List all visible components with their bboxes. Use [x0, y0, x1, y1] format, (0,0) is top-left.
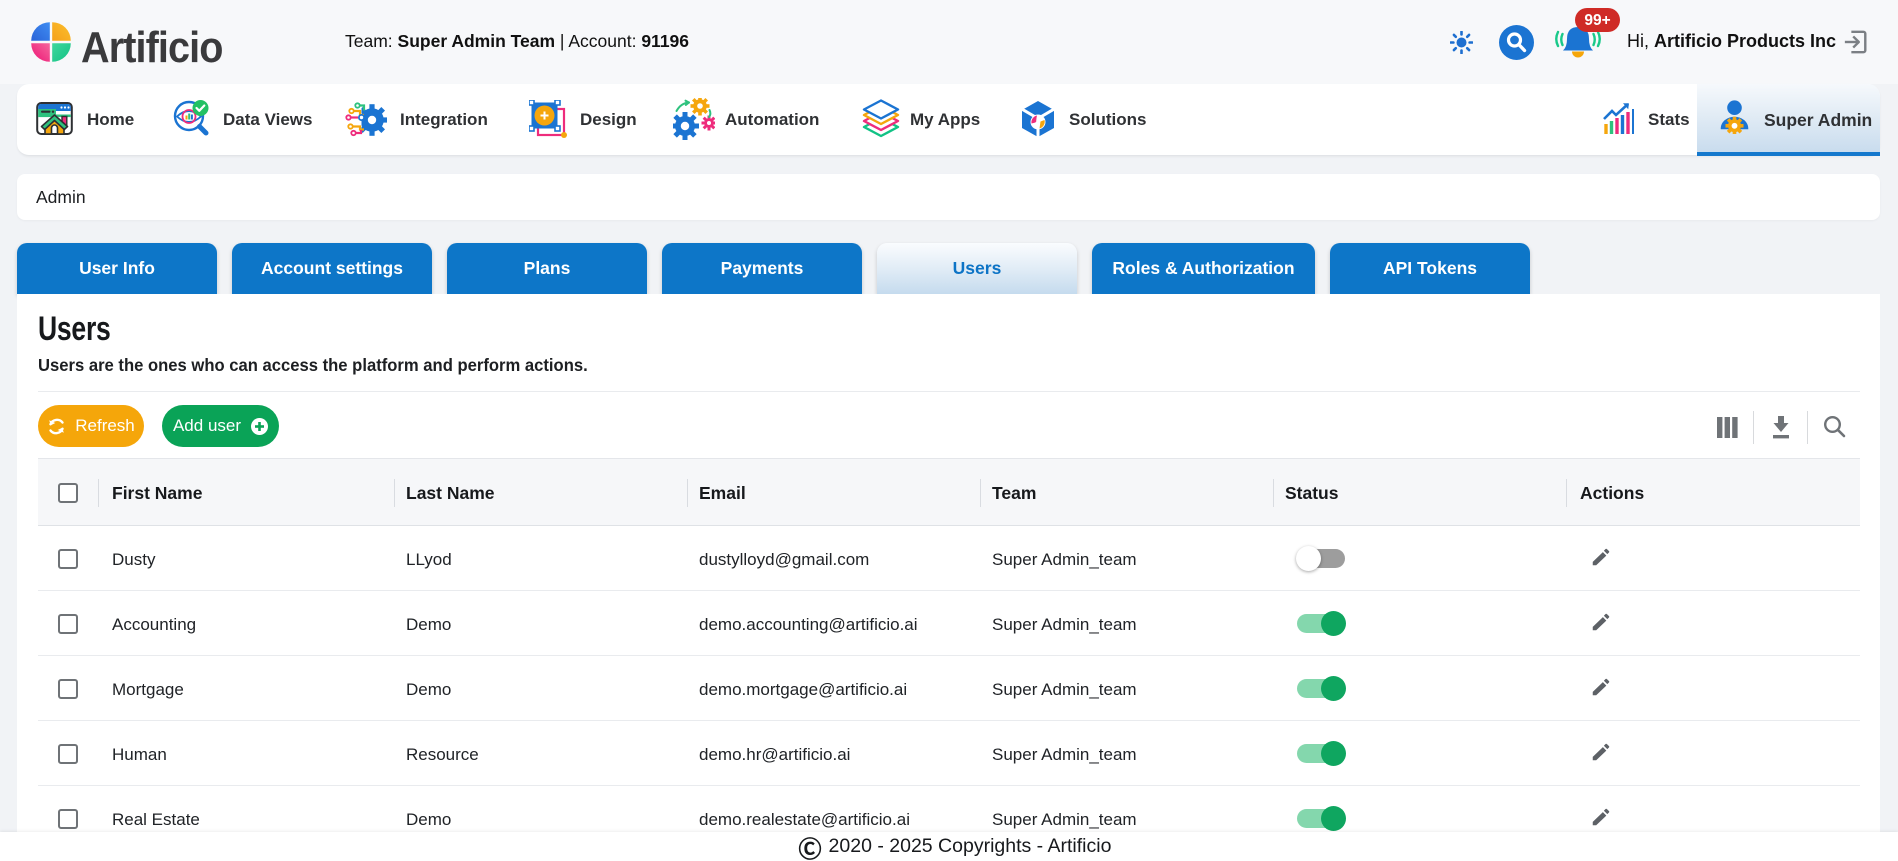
svg-text:99+: 99+ — [1584, 12, 1610, 29]
